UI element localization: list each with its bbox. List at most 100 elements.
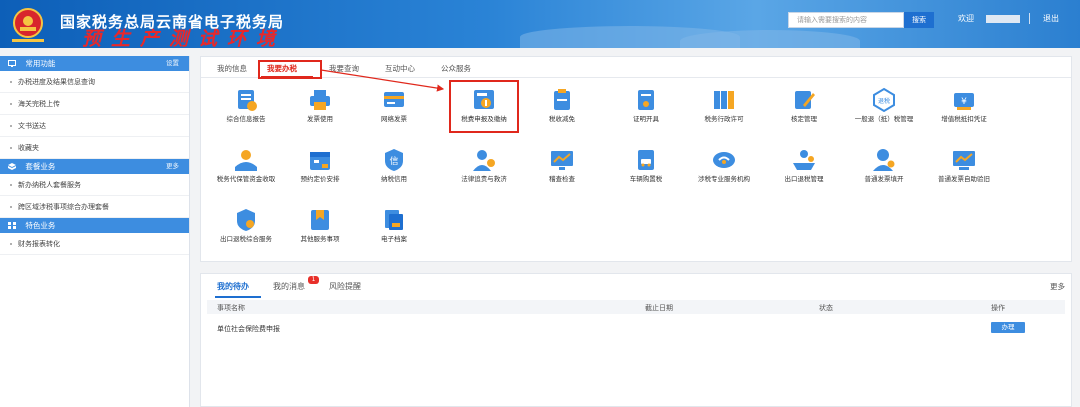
sidebar-header-common[interactable]: 常用功能 设置 [0,56,189,71]
clipboard-icon [554,89,570,110]
chart-icon [551,151,573,170]
service-tile[interactable]: ¥ 增值税抵扣凭证 [927,87,1001,127]
more-link[interactable]: 更多 [166,159,179,174]
welcome-text: 欢迎 [958,14,974,23]
service-label: 普通发票自助验旧 [938,175,990,183]
column-header: 截止日期 [645,304,673,312]
service-label: 税务行政许可 [704,115,744,123]
service-label: 税收减免 [549,115,575,123]
service-tile[interactable]: 税费申报及缴纳 [447,87,521,127]
edit-icon [795,91,815,109]
service-label: 出口退税综合服务 [220,235,272,243]
service-tile[interactable]: 车辆购置税 [609,147,683,187]
service-tile[interactable]: 证明开具 [609,87,683,127]
service-tile[interactable]: 退税 一般退（抵）税管理 [847,87,921,127]
service-tile[interactable]: 发票使用 [283,87,357,127]
tax-emblem-icon [12,8,44,42]
column-header: 状态 [819,304,833,312]
credit-icon: 信 [385,149,403,171]
tab-risk-alert[interactable]: 风险提醒 [329,281,361,292]
service-label: 普通发票填开 [864,175,904,183]
printer-icon [310,90,330,110]
service-label: 发票使用 [307,115,333,123]
header-banner: 国家税务总局云南省电子税务局 预生产测试环境 请输入需要搜索的内容 搜索 欢迎 … [0,0,1080,48]
sidebar-header-special[interactable]: 特色业务 [0,218,189,233]
person-icon [873,149,895,171]
service-tile[interactable]: 出口退税管理 [767,147,841,187]
tab-query[interactable]: 我要查询 [329,63,359,74]
service-tile[interactable]: 涉税专业服务机构 [687,147,761,187]
service-tile[interactable]: 法律追责与救济 [447,147,521,187]
search-button[interactable]: 搜索 [904,12,934,28]
tab-my-info[interactable]: 我的信息 [217,63,247,74]
service-tile[interactable]: 综合信息报告 [209,87,283,127]
service-label: 增值税抵扣凭证 [941,115,987,123]
tab-interaction[interactable]: 互动中心 [385,63,415,74]
service-tile[interactable]: 税务代保管资金收取 [209,147,283,187]
certificate-icon [638,90,654,110]
service-label: 涉税专业服务机构 [698,175,750,183]
box-icon [8,163,16,170]
search-input[interactable]: 请输入需要搜索的内容 [788,12,904,28]
service-label: 其他服务事项 [300,235,340,243]
calendar-icon [310,152,330,170]
service-tile[interactable]: 普通发票填开 [847,147,921,187]
service-label: 车辆购置税 [629,175,663,183]
refund-badge-text: 退税 [878,97,890,105]
service-label: 综合信息报告 [226,115,266,123]
sidebar: 常用功能 设置 办税进度及结果信息查询 海关完税上传 文书送达 收藏夹 套餐业务… [0,56,190,407]
banner-mountain [680,30,860,48]
bookmark-icon [311,210,329,230]
service-tile[interactable]: 税收减免 [525,87,599,127]
sidebar-item[interactable]: 新办纳税人套餐服务 [0,174,189,196]
main-tabs: 我的信息 我要办税 我要查询 互动中心 公众服务 [201,57,1071,79]
sidebar-header-package[interactable]: 套餐业务 更多 [0,159,189,174]
service-label: 预约定价安排 [300,175,340,183]
environment-subtitle: 预生产测试环境 [82,28,286,48]
service-tile[interactable]: 网络发票 [357,87,431,127]
service-tile[interactable]: 预约定价安排 [283,147,357,187]
tab-my-todo[interactable]: 我的待办 [217,281,249,292]
service-label: 出口退税管理 [784,175,824,183]
lawyer-icon [473,150,495,171]
report-icon [238,90,257,111]
car-icon [638,150,654,170]
sidebar-item[interactable]: 跨区域涉税事项综合办理套餐 [0,196,189,218]
settings-link[interactable]: 设置 [166,56,179,71]
declare-icon [474,90,494,109]
sidebar-item[interactable]: 文书送达 [0,115,189,137]
tab-public-service[interactable]: 公众服务 [441,63,471,74]
sidebar-item[interactable]: 收藏夹 [0,137,189,159]
active-tab-indicator [215,296,261,298]
service-tile[interactable]: 普通发票自助验旧 [927,147,1001,187]
service-tile[interactable]: 税务行政许可 [687,87,761,127]
service-label: 核定管理 [791,115,817,123]
logout-link[interactable]: 退出 [1043,13,1059,24]
sidebar-header-label: 特色业务 [25,221,56,230]
sidebar-item[interactable]: 办税进度及结果信息查询 [0,71,189,93]
sidebar-item[interactable]: 海关完税上传 [0,93,189,115]
handshake-icon [235,150,257,171]
card-icon [384,92,404,107]
service-tile[interactable]: 电子档案 [357,207,431,247]
service-tile[interactable]: 其他服务事项 [283,207,357,247]
service-tile[interactable]: 出口退税综合服务 [209,207,283,247]
sidebar-item[interactable]: 财务报表转化 [0,233,189,255]
service-tile[interactable]: 信 纳税信用 [357,147,431,187]
service-label: 网络发票 [381,115,407,123]
tab-my-messages[interactable]: 我的消息 [273,281,305,292]
ship-icon [793,150,815,170]
handle-button[interactable]: 办理 [991,322,1025,333]
sidebar-header-label: 套餐业务 [25,162,56,171]
cloud-icon [713,152,735,168]
service-tile[interactable]: 核定管理 [767,87,841,127]
username-masked [986,15,1020,23]
service-tile[interactable]: 稽查检查 [525,147,599,187]
message-count-badge: 1 [308,276,319,284]
header-divider [1029,13,1030,24]
sidebar-header-label: 常用功能 [25,59,56,68]
todo-panel: 我的待办 我的消息 1 风险提醒 更多 事项名称 截止日期 状态 操作 单位社会… [200,273,1072,407]
svg-text:¥: ¥ [961,97,967,107]
column-header: 事项名称 [217,304,245,312]
more-link[interactable]: 更多 [1050,281,1065,292]
